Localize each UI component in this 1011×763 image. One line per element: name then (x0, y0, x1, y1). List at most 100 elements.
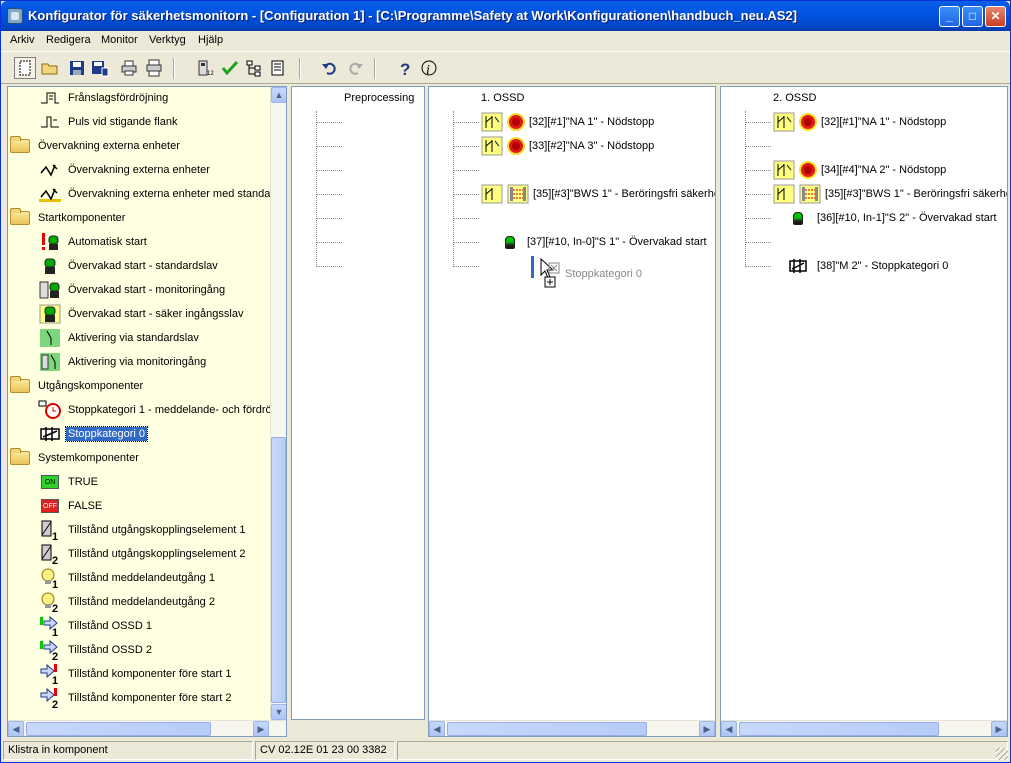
tree-folder[interactable]: Startkomponenter (8, 207, 127, 229)
scroll-right-button[interactable]: ▶ (991, 721, 1007, 736)
svg-text:2: 2 (52, 651, 58, 661)
estop-button-icon (507, 137, 525, 155)
ossd1-node-na1[interactable]: [32][#1]"NA 1" - Nödstopp (481, 111, 654, 133)
minimize-button[interactable]: _ (939, 6, 960, 27)
ossd1-node-bws1[interactable]: [35][#3]"BWS 1" - Beröringsfri säkerhe (481, 183, 715, 205)
report-button[interactable] (267, 57, 289, 79)
save-button[interactable] (66, 57, 88, 79)
node-label: [35][#3]"BWS 1" - Beröringsfri säkerhe (825, 188, 1008, 200)
ossd2-node-na1[interactable]: [32][#1]"NA 1" - Nödstopp (773, 111, 946, 133)
title-bar[interactable]: Konfigurator för säkerhetsmonitorn - [Co… (1, 1, 1010, 31)
status-extra (397, 741, 1008, 760)
tree-item[interactable]: Stoppkategori 0 (38, 423, 149, 445)
tree-item[interactable]: Aktivering via standardslav (38, 327, 201, 349)
tree-vertical-scrollbar[interactable]: ▲ ▼ (270, 87, 286, 720)
print-button[interactable] (118, 57, 140, 79)
check-icon (221, 60, 239, 76)
tree-folder[interactable]: Utgångskomponenter (8, 375, 145, 397)
tree-folder[interactable]: Övervakning externa enheter (8, 135, 182, 157)
tree-connector (316, 111, 317, 267)
scroll-left-button[interactable]: ◀ (721, 721, 737, 736)
tree-item[interactable]: Övervakning externa enheter med standa (38, 183, 272, 205)
tree-item-label: Stoppkategori 1 - meddelande- och fördrö (68, 404, 272, 416)
scroll-thumb[interactable] (26, 722, 211, 736)
tree-item[interactable]: 1 Tillstånd OSSD 1 (38, 615, 154, 637)
tree-item[interactable]: 2 Tillstånd utgångskopplingselement 2 (38, 543, 248, 565)
scroll-down-button[interactable]: ▼ (271, 704, 286, 720)
tree-item[interactable]: Aktivering via monitoringång (38, 351, 208, 373)
menu-redigera[interactable]: Redigera (46, 34, 91, 46)
node-label: [33][#2]"NA 3" - Nödstopp (529, 140, 655, 152)
app-icon[interactable] (7, 8, 23, 24)
light-curtain-switch-icon (773, 184, 795, 204)
scroll-thumb[interactable] (447, 722, 647, 736)
scroll-right-button[interactable]: ▶ (699, 721, 715, 736)
tree-item[interactable]: Puls vid stigande flank (38, 111, 179, 133)
monitor-button[interactable]: 12 (194, 57, 216, 79)
tree-item[interactable]: 2 Tillstånd meddelandeutgång 2 (38, 591, 217, 613)
tree-item[interactable]: Övervakad start - monitoringång (38, 279, 227, 301)
ossd2-node-s2[interactable]: [36][#10, In-1]"S 2" - Övervakad start (783, 207, 997, 229)
tree-item[interactable]: Övervakad start - säker ingångsslav (38, 303, 245, 325)
start-light-icon (783, 211, 813, 225)
ossd2-node-m2[interactable]: [38]"M 2" - Stoppkategori 0 (783, 255, 948, 277)
tree-item-label: Frånslagsfördröjning (68, 92, 169, 104)
toolbar-separator (173, 58, 175, 79)
tree-item[interactable]: OFF FALSE (38, 495, 104, 517)
tree-item[interactable]: 2 Tillstånd komponenter före start 2 (38, 687, 233, 709)
tree-item[interactable]: 2 Tillstånd OSSD 2 (38, 639, 154, 661)
open-button[interactable] (39, 57, 61, 79)
ossd1-horizontal-scrollbar[interactable]: ◀ ▶ (429, 720, 715, 736)
stop-category-icon (38, 423, 62, 445)
tree-connector (745, 242, 771, 243)
tree-connector (453, 122, 479, 123)
check-button[interactable] (219, 57, 241, 79)
redo-button[interactable] (344, 57, 366, 79)
save-as-icon (92, 61, 109, 77)
auto-start-icon (38, 231, 62, 253)
new-icon (19, 60, 31, 76)
scroll-right-button[interactable]: ▶ (253, 721, 269, 736)
relay-1-icon: 1 (38, 519, 62, 541)
save-as-button[interactable] (89, 57, 111, 79)
ossd1-node-s1[interactable]: [37][#10, In-0]"S 1" - Övervakad start (497, 231, 707, 253)
drag-cursor-icon (539, 257, 561, 291)
tree-item[interactable]: Övervakning externa enheter (38, 159, 212, 181)
ossd2-horizontal-scrollbar[interactable]: ◀ ▶ (721, 720, 1007, 736)
tree-item[interactable]: 1 Tillstånd meddelandeutgång 1 (38, 567, 217, 589)
tree-horizontal-scrollbar[interactable]: ◀ ▶ (8, 720, 286, 736)
new-button[interactable] (14, 57, 36, 79)
tree-item[interactable]: 1 Tillstånd komponenter före start 1 (38, 663, 233, 685)
menu-verktyg[interactable]: Verktyg (149, 34, 186, 46)
ossd2-node-bws1[interactable]: [35][#3]"BWS 1" - Beröringsfri säkerhe (773, 183, 1008, 205)
tree-item[interactable]: Automatisk start (38, 231, 149, 253)
help-button[interactable]: ? (394, 57, 416, 79)
ossd2-node-na2[interactable]: [34][#4]"NA 2" - Nödstopp (773, 159, 946, 181)
print-preview-button[interactable] (143, 57, 165, 79)
menu-hjalp[interactable]: Hjälp (198, 34, 223, 46)
tree-item[interactable]: ON TRUE (38, 471, 100, 493)
ossd1-node-na3[interactable]: [33][#2]"NA 3" - Nödstopp (481, 135, 654, 157)
tree-connector (745, 146, 771, 147)
scroll-thumb[interactable] (739, 722, 939, 736)
tree-item[interactable]: 1 Tillstånd utgångskopplingselement 1 (38, 519, 248, 541)
tree-item[interactable]: Stoppkategori 1 - meddelande- och fördrö (38, 399, 274, 421)
resize-grip[interactable] (996, 748, 1008, 760)
ossd1-title: 1. OSSD (481, 92, 525, 104)
start-light-icon (497, 235, 523, 249)
close-button[interactable]: ✕ (985, 6, 1006, 27)
tree-folder[interactable]: Systemkomponenter (8, 447, 141, 469)
tree-item[interactable]: Övervakad start - standardslav (38, 255, 220, 277)
undo-button[interactable] (319, 57, 341, 79)
scroll-left-button[interactable]: ◀ (429, 721, 445, 736)
context-help-button[interactable]: i (418, 57, 440, 79)
maximize-button[interactable]: □ (962, 6, 983, 27)
estop-switch-icon (773, 112, 795, 132)
tree-item[interactable]: Frånslagsfördröjning (38, 87, 170, 109)
scroll-up-button[interactable]: ▲ (271, 87, 286, 103)
tree-view-button[interactable] (243, 57, 265, 79)
scroll-left-button[interactable]: ◀ (8, 721, 24, 736)
menu-monitor[interactable]: Monitor (101, 34, 138, 46)
menu-arkiv[interactable]: Arkiv (10, 34, 34, 46)
scroll-thumb[interactable] (271, 437, 286, 703)
